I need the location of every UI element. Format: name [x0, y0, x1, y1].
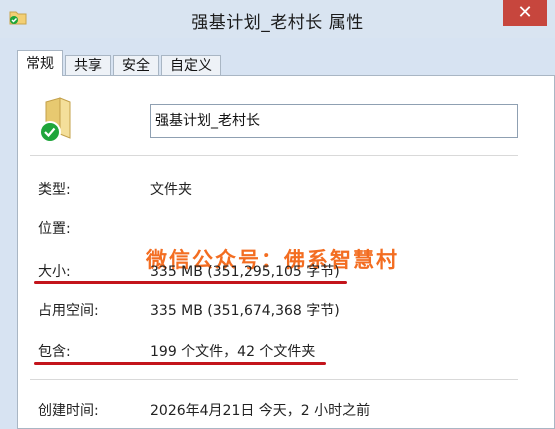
type-label: 类型:	[38, 182, 71, 198]
general-tab-panel: 强基计划_老村长 类型: 文件夹 位置: 微信公众号：佛系智慧村 大小: 335…	[17, 75, 555, 429]
folder-name-field[interactable]: 强基计划_老村长	[150, 104, 518, 138]
tab-customize[interactable]: 自定义	[161, 55, 221, 76]
divider	[30, 379, 518, 380]
type-value: 文件夹	[150, 182, 192, 198]
created-value: 2026年4月21日 今天，2 小时之前	[150, 403, 371, 419]
location-label: 位置:	[38, 221, 71, 237]
tab-sharing[interactable]: 共享	[65, 55, 111, 76]
close-icon[interactable]: ✕	[517, 2, 532, 23]
disk-size-label: 占用空间:	[38, 303, 99, 319]
size-label: 大小:	[38, 264, 71, 280]
size-annotation-underline	[34, 281, 347, 284]
folder-with-checkmark-icon	[38, 96, 78, 146]
disk-size-value: 335 MB (351,674,368 字节)	[150, 303, 340, 319]
contains-label: 包含:	[38, 344, 71, 360]
dialog-content: 常规 共享 安全 自定义 强基计划_老村长 类型: 文件夹 位置: 微信公众号：…	[0, 38, 555, 429]
contains-annotation-underline	[34, 362, 326, 365]
divider	[30, 155, 518, 156]
close-button[interactable]: ✕	[503, 0, 547, 26]
title-bar: 强基计划_老村长 属性 ✕	[0, 0, 555, 38]
tab-strip: 常规 共享 安全 自定义	[17, 50, 223, 76]
contains-value: 199 个文件，42 个文件夹	[150, 344, 316, 360]
tab-general[interactable]: 常规	[17, 50, 63, 76]
tab-security[interactable]: 安全	[113, 55, 159, 76]
size-value: 335 MB (351,295,105 字节)	[150, 264, 340, 280]
window-title: 强基计划_老村长 属性	[191, 13, 364, 33]
created-label: 创建时间:	[38, 403, 99, 419]
